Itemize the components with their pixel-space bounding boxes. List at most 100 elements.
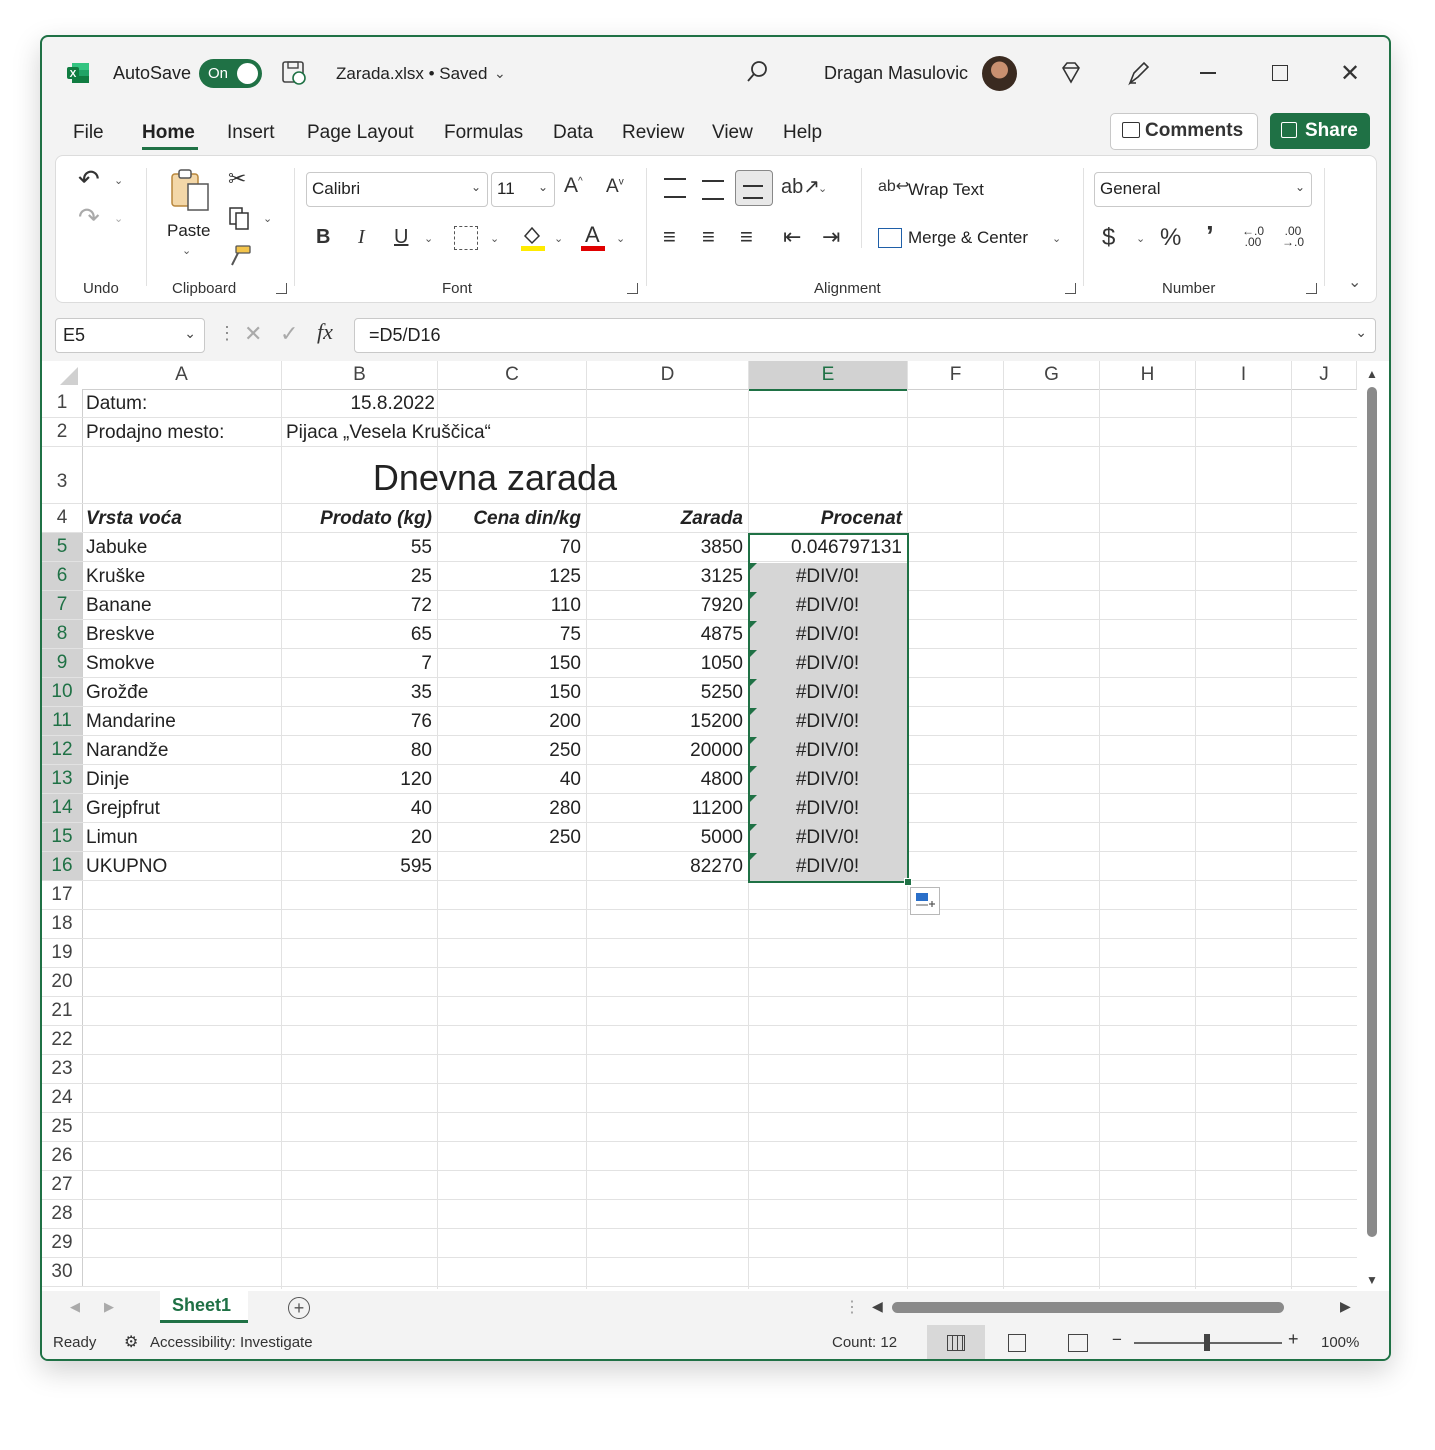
- table-cell-price[interactable]: 250: [442, 827, 581, 849]
- row-header[interactable]: 17: [42, 881, 83, 910]
- add-sheet-button[interactable]: +: [288, 1297, 310, 1319]
- orientation-dropdown-icon[interactable]: ⌄: [818, 182, 827, 195]
- normal-view-button[interactable]: [927, 1325, 985, 1359]
- tab-help[interactable]: Help: [783, 122, 822, 144]
- borders-dropdown-icon[interactable]: ⌄: [490, 232, 499, 245]
- table-cell-earnings[interactable]: 3125: [591, 566, 743, 588]
- fill-handle[interactable]: [904, 878, 912, 886]
- table-cell-sold[interactable]: 595: [286, 856, 432, 878]
- row-header[interactable]: 8: [42, 620, 83, 649]
- font-size-select[interactable]: 11 ⌄: [491, 172, 555, 207]
- row-header[interactable]: 25: [42, 1113, 83, 1142]
- row-header[interactable]: 28: [42, 1200, 83, 1229]
- table-cell-fruit[interactable]: Banane: [86, 595, 276, 617]
- row-header[interactable]: 18: [42, 910, 83, 939]
- table-cell-sold[interactable]: 20: [286, 827, 432, 849]
- quick-analysis-icon[interactable]: [910, 887, 940, 915]
- paste-icon[interactable]: [168, 168, 212, 214]
- table-cell-sold[interactable]: 25: [286, 566, 432, 588]
- align-bottom-icon[interactable]: [735, 170, 773, 206]
- table-cell-percent[interactable]: #DIV/0!: [753, 740, 902, 762]
- table-cell-fruit[interactable]: Breskve: [86, 624, 276, 646]
- table-cell-percent[interactable]: #DIV/0!: [753, 653, 902, 675]
- tab-insert[interactable]: Insert: [227, 122, 275, 144]
- insert-function-icon[interactable]: fx: [317, 319, 333, 345]
- align-center-icon[interactable]: ≡: [702, 224, 715, 250]
- currency-dropdown-icon[interactable]: ⌄: [1136, 232, 1145, 245]
- formula-input[interactable]: =D5/D16 ⌄: [354, 318, 1376, 353]
- row-header[interactable]: 10: [42, 678, 83, 707]
- table-cell-percent[interactable]: #DIV/0!: [753, 769, 902, 791]
- close-button[interactable]: ✕: [1340, 59, 1360, 88]
- table-cell-percent[interactable]: #DIV/0!: [753, 711, 902, 733]
- table-cell-sold[interactable]: 55: [286, 537, 432, 559]
- table-cell-sold[interactable]: 40: [286, 798, 432, 820]
- column-header-f[interactable]: F: [908, 361, 1004, 390]
- paste-dropdown-icon[interactable]: ⌄: [182, 244, 191, 257]
- mesto-label[interactable]: Prodajno mesto:: [86, 422, 224, 444]
- orientation-icon[interactable]: ab↗: [781, 174, 820, 199]
- redo-icon[interactable]: ↷: [78, 202, 100, 233]
- table-cell-earnings[interactable]: 5250: [591, 682, 743, 704]
- number-format-select[interactable]: General ⌄: [1094, 172, 1312, 207]
- table-cell-price[interactable]: 70: [442, 537, 581, 559]
- column-header-j[interactable]: J: [1292, 361, 1357, 390]
- zoom-in-button[interactable]: +: [1288, 1329, 1299, 1350]
- autosave-toggle[interactable]: On: [199, 59, 262, 88]
- table-cell-fruit[interactable]: Limun: [86, 827, 276, 849]
- alignment-launcher-icon[interactable]: [1065, 283, 1076, 294]
- table-cell-percent[interactable]: #DIV/0!: [753, 856, 902, 878]
- table-cell-sold[interactable]: 76: [286, 711, 432, 733]
- table-cell-earnings[interactable]: 7920: [591, 595, 743, 617]
- align-left-icon[interactable]: ≡: [663, 224, 676, 250]
- mesto-value[interactable]: Pijaca „Vesela Kruščica“: [286, 422, 491, 444]
- table-cell-percent[interactable]: #DIV/0!: [753, 682, 902, 704]
- increase-decimal-icon[interactable]: ←.0.00: [1242, 225, 1264, 248]
- table-cell-percent[interactable]: #DIV/0!: [753, 595, 902, 617]
- wrap-text-label[interactable]: Wrap Text: [908, 180, 984, 200]
- ribbon-expand-icon[interactable]: ⌄: [1348, 272, 1361, 292]
- diamond-icon[interactable]: [1058, 60, 1084, 86]
- table-cell-earnings[interactable]: 82270: [591, 856, 743, 878]
- tab-file[interactable]: File: [73, 122, 104, 144]
- table-cell-price[interactable]: 150: [442, 682, 581, 704]
- table-cell-earnings[interactable]: 1050: [591, 653, 743, 675]
- row-header[interactable]: 4: [42, 504, 83, 533]
- table-cell-percent[interactable]: #DIV/0!: [753, 827, 902, 849]
- table-cell-sold[interactable]: 7: [286, 653, 432, 675]
- filename[interactable]: Zarada.xlsx • Saved: [336, 64, 487, 84]
- sheet-tab-active[interactable]: Sheet1: [160, 1291, 248, 1323]
- undo-dropdown-icon[interactable]: ⌄: [114, 174, 123, 187]
- increase-font-size-icon[interactable]: A^: [564, 174, 583, 198]
- row-header[interactable]: 26: [42, 1142, 83, 1171]
- row-header[interactable]: 20: [42, 968, 83, 997]
- search-icon[interactable]: [744, 59, 770, 85]
- zoom-level[interactable]: 100%: [1321, 1334, 1359, 1351]
- accessibility-status[interactable]: Accessibility: Investigate: [150, 1334, 313, 1351]
- table-cell-sold[interactable]: 65: [286, 624, 432, 646]
- datum-label[interactable]: Datum:: [86, 393, 147, 415]
- user-name[interactable]: Dragan Masulovic: [824, 63, 968, 84]
- table-cell-percent[interactable]: #DIV/0!: [753, 566, 902, 588]
- row-header[interactable]: 22: [42, 1026, 83, 1055]
- fill-color-dropdown-icon[interactable]: ⌄: [554, 232, 563, 245]
- row-header[interactable]: 1: [42, 389, 83, 418]
- table-cell-sold[interactable]: 72: [286, 595, 432, 617]
- font-name-select[interactable]: Calibri ⌄: [306, 172, 488, 207]
- table-cell-price[interactable]: 75: [442, 624, 581, 646]
- clipboard-launcher-icon[interactable]: [276, 283, 287, 294]
- font-color-icon[interactable]: A: [580, 222, 606, 252]
- table-cell-fruit[interactable]: Smokve: [86, 653, 276, 675]
- fill-color-icon[interactable]: [520, 224, 546, 252]
- column-header-b[interactable]: B: [282, 361, 438, 390]
- row-header[interactable]: 29: [42, 1229, 83, 1258]
- select-all-corner[interactable]: [42, 361, 83, 390]
- row-header[interactable]: 27: [42, 1171, 83, 1200]
- increase-indent-icon[interactable]: ⇥: [822, 224, 840, 250]
- prev-sheet-icon[interactable]: ◀: [70, 1299, 80, 1315]
- row-header[interactable]: 3: [42, 447, 83, 504]
- tab-data[interactable]: Data: [553, 122, 593, 144]
- page-layout-view-icon[interactable]: [1008, 1334, 1026, 1352]
- underline-button[interactable]: U: [394, 226, 408, 249]
- decrease-decimal-icon[interactable]: .00 →.0: [1282, 225, 1304, 248]
